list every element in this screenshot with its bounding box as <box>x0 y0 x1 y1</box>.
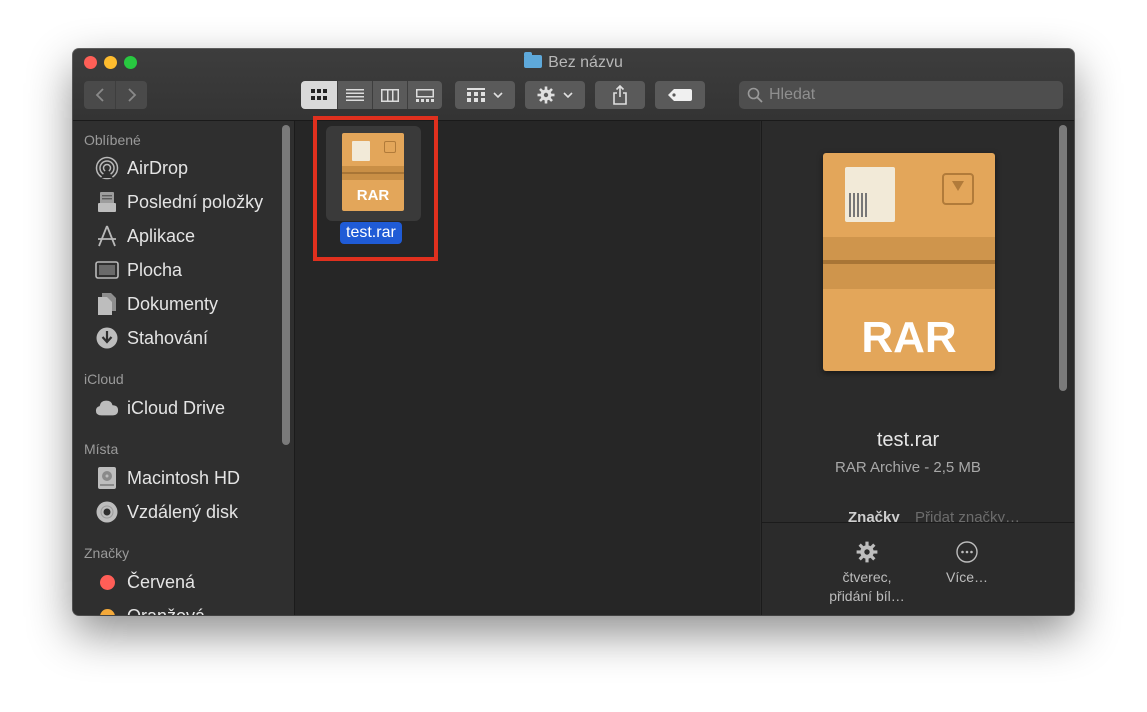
quick-action-label: Více… <box>945 569 988 585</box>
rar-preview-text: RAR <box>861 313 957 362</box>
sidebar-item-airdrop[interactable]: AirDrop <box>95 153 285 183</box>
sidebar-item-label: Aplikace <box>127 225 196 246</box>
gear-icon <box>537 86 554 104</box>
sidebar: Oblíbené AirDrop Poslední položky Aplika… <box>73 121 295 615</box>
sidebar-header-locations: Místa <box>84 441 119 457</box>
toolbar: Bez názvu Hledat <box>73 49 1074 121</box>
window-title-text: Bez názvu <box>548 54 623 71</box>
sidebar-item-applications[interactable]: Aplikace <box>95 221 285 251</box>
search-placeholder: Hledat <box>769 86 816 103</box>
sidebar-item-tag-red[interactable]: Červená <box>95 567 285 597</box>
sidebar-item-desktop[interactable]: Plocha <box>95 255 285 285</box>
group-grid-icon <box>466 88 485 102</box>
chevron-down-icon <box>562 92 573 99</box>
preview-pane: RAR test.rar RAR Archive - 2,5 MB Značky… <box>761 121 1074 615</box>
sidebar-item-label: Poslední položky <box>127 191 264 212</box>
sidebar-scrollbar[interactable] <box>282 125 290 445</box>
icon-view-icon <box>311 89 327 100</box>
sidebar-item-label: Oranžová <box>127 606 205 616</box>
rar-archive-preview-icon: RAR <box>823 153 995 371</box>
documents-icon <box>95 292 119 316</box>
preview-file-name: test.rar <box>876 429 940 451</box>
quick-action-more[interactable]: Více… <box>932 541 1002 587</box>
column-view-button[interactable] <box>373 81 408 109</box>
sidebar-header-icloud: iCloud <box>84 371 124 387</box>
sidebar-header-favorites: Oblíbené <box>84 132 141 148</box>
list-view-button[interactable] <box>338 81 373 109</box>
gallery-view-icon <box>416 88 434 102</box>
preview-scrollbar[interactable] <box>1059 125 1067 391</box>
search-icon <box>747 87 763 103</box>
sidebar-item-label: iCloud Drive <box>127 397 226 418</box>
sidebar-item-downloads[interactable]: Stahování <box>95 323 285 353</box>
chevron-left-icon <box>95 88 104 102</box>
tag-icon <box>668 89 692 101</box>
action-menu-button[interactable] <box>525 81 585 109</box>
search-field[interactable]: Hledat <box>739 81 1063 109</box>
downloads-icon <box>95 326 119 350</box>
recents-icon <box>95 190 119 214</box>
sidebar-item-label: AirDrop <box>127 157 189 178</box>
quick-actions: čtverec, přidání bíl… Více… <box>762 523 1074 615</box>
window-title: Bez názvu <box>73 52 1074 72</box>
sidebar-item-label: Plocha <box>127 259 183 280</box>
airdrop-icon <box>95 156 119 180</box>
tag-dot-icon <box>95 604 119 615</box>
finder-window: Bez názvu Hledat Oblíbené AirDrop Posled… <box>73 49 1074 615</box>
applications-icon <box>95 224 119 248</box>
forward-button[interactable] <box>116 81 147 109</box>
sidebar-item-macintosh-hd[interactable]: Macintosh HD <box>95 463 285 493</box>
tag-dot-icon <box>95 570 119 594</box>
share-button[interactable] <box>595 81 645 109</box>
back-forward-control <box>84 81 147 109</box>
view-mode-control <box>301 81 442 109</box>
quick-action-label: čtverec, přidání bíl… <box>829 569 905 604</box>
list-view-icon <box>346 89 364 101</box>
highlight-annotation <box>313 116 438 261</box>
group-by-button[interactable] <box>455 81 515 109</box>
chevron-down-icon <box>492 92 503 99</box>
sidebar-item-documents[interactable]: Dokumenty <box>95 289 285 319</box>
sidebar-item-tag-orange[interactable]: Oranžová <box>95 601 285 615</box>
folder-icon <box>524 52 543 68</box>
sidebar-item-recents[interactable]: Poslední položky <box>95 187 285 217</box>
disc-icon <box>95 500 119 524</box>
sidebar-item-label: Dokumenty <box>127 293 219 314</box>
icon-view-button[interactable] <box>301 81 338 109</box>
cloud-icon <box>95 396 119 420</box>
sidebar-item-label: Červená <box>127 571 196 592</box>
back-button[interactable] <box>84 81 116 109</box>
gallery-view-button[interactable] <box>408 81 442 109</box>
chevron-right-icon <box>127 88 136 102</box>
preview-file-kind: RAR Archive - 2,5 MB <box>835 459 981 476</box>
sidebar-item-icloud-drive[interactable]: iCloud Drive <box>95 393 285 423</box>
more-icon <box>956 541 978 563</box>
sidebar-item-label: Stahování <box>127 327 209 348</box>
quick-action-custom[interactable]: čtverec, přidání bíl… <box>822 541 912 606</box>
column-view-icon <box>381 88 399 102</box>
desktop-icon <box>95 258 119 282</box>
sidebar-item-label: Macintosh HD <box>127 467 241 488</box>
sidebar-item-remote-disc[interactable]: Vzdálený disk <box>95 497 285 527</box>
hard-drive-icon <box>95 466 119 490</box>
sidebar-header-tags: Značky <box>84 545 130 561</box>
sidebar-item-label: Vzdálený disk <box>127 501 239 522</box>
file-area[interactable]: RAR test.rar <box>295 116 760 615</box>
edit-tags-button[interactable] <box>655 81 705 109</box>
gear-icon <box>856 541 878 563</box>
share-icon <box>613 85 627 105</box>
